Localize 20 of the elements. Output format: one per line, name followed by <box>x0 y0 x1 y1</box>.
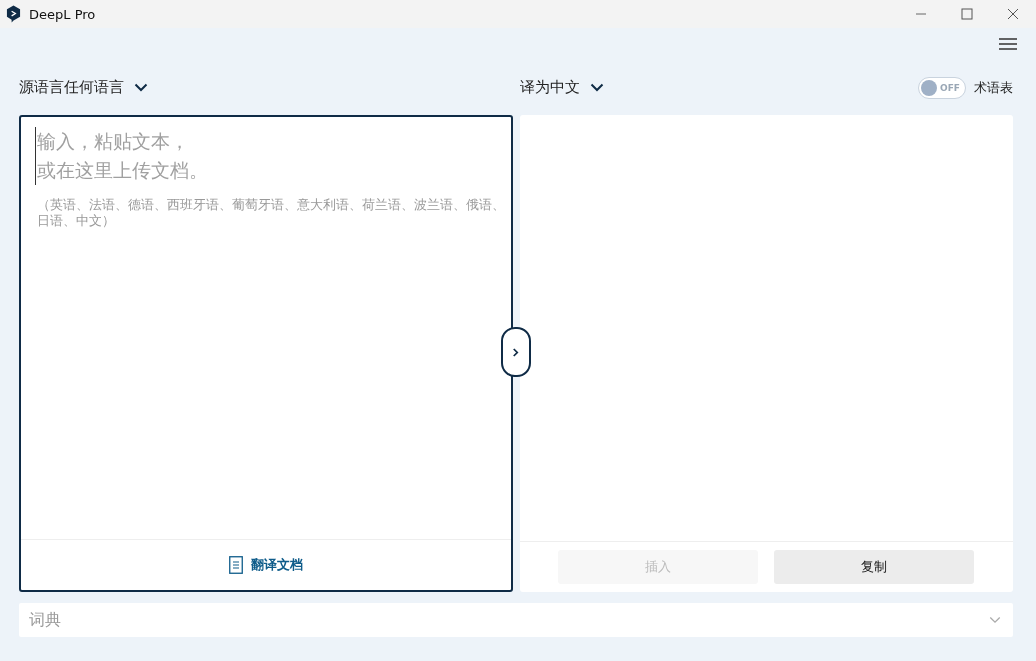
placeholder-text: 输入，粘贴文本， <box>37 129 189 154</box>
swap-arrow-button[interactable] <box>500 327 531 377</box>
menu-button[interactable] <box>997 36 1019 52</box>
supported-languages-hint: （英语、法语、德语、西班牙语、葡萄牙语、意大利语、荷兰语、波兰语、俄语、日语、中文） <box>37 197 506 229</box>
chevron-down-icon <box>134 83 148 92</box>
close-icon <box>1007 8 1019 20</box>
app-logo-icon <box>6 5 21 23</box>
source-language-dropdown[interactable]: 源语言任何语言 <box>19 78 148 97</box>
chevron-right-icon <box>512 347 519 357</box>
document-icon <box>228 556 243 574</box>
window-title: DeepL Pro <box>29 6 96 22</box>
translate-document-button[interactable]: 翻译文档 <box>222 555 309 575</box>
target-language-dropdown[interactable]: 译为中文 <box>519 78 604 97</box>
chevron-down-icon <box>589 83 604 92</box>
maximize-icon <box>961 8 973 20</box>
menu-icon <box>999 38 1017 50</box>
placeholder-text: 或在这里上传文档。 <box>37 158 208 183</box>
chevron-icon <box>989 616 1001 624</box>
action-button[interactable]: 复制 <box>774 550 975 584</box>
glossary-label: 术语表 <box>974 78 1013 97</box>
